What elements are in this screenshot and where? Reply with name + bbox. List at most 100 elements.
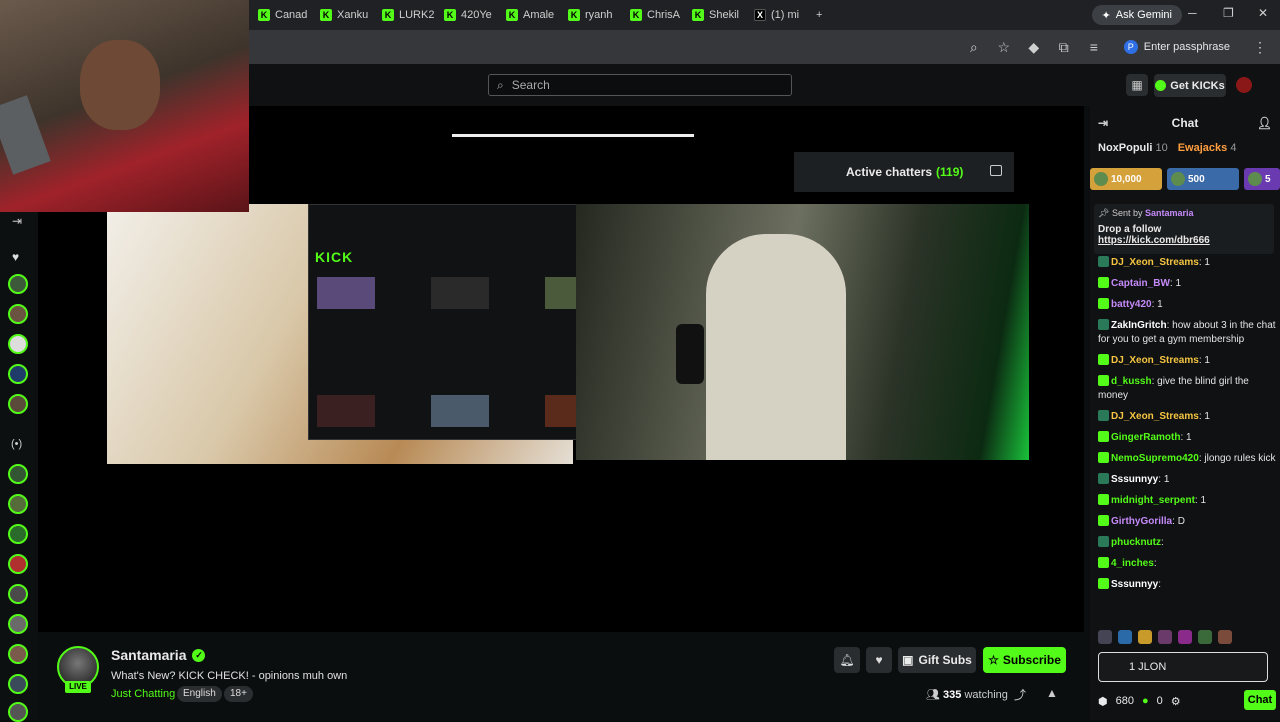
share-icon[interactable]: ⤴ xyxy=(1014,686,1026,703)
channel-avatar[interactable] xyxy=(8,334,28,354)
emote-icon[interactable] xyxy=(1198,630,1212,644)
bookmark-star-icon[interactable]: ☆ xyxy=(994,39,1014,56)
gifter-name: Ewajacks xyxy=(1177,142,1228,154)
chat-username[interactable]: d_kussh xyxy=(1111,376,1152,387)
chat-username[interactable]: GirthyGorilla xyxy=(1111,516,1172,527)
zoom-icon[interactable]: ⌕ xyxy=(964,39,984,56)
get-kicks-button[interactable]: Get KICKs xyxy=(1154,74,1226,97)
browser-tab[interactable]: K LURK2 xyxy=(374,3,436,27)
stream-category[interactable]: Just Chatting xyxy=(111,688,175,700)
kick-favicon-icon: K xyxy=(568,9,580,21)
chat-username[interactable]: Sssunnyy xyxy=(1111,579,1158,590)
browser-tab[interactable]: K 420Ye xyxy=(436,3,498,27)
browser-tab[interactable]: Kryanh xyxy=(560,3,622,27)
channel-avatar[interactable] xyxy=(8,614,28,634)
pinned-link[interactable]: https://kick.com/dbr666 xyxy=(1098,235,1270,246)
emote-icon[interactable] xyxy=(1098,630,1112,644)
notification-bell-button[interactable]: 🔔︎ xyxy=(834,647,860,673)
user-avatar[interactable] xyxy=(1236,77,1252,93)
tag-language[interactable]: English xyxy=(177,686,222,702)
recommended-icon: (•) xyxy=(11,438,23,450)
subscribe-button[interactable]: ☆ Subscribe xyxy=(983,647,1066,673)
pinned-message[interactable]: 📌︎ Sent by Santamaria Drop a follow http… xyxy=(1094,204,1274,254)
chat-username[interactable]: Sssunnyy xyxy=(1111,474,1158,485)
chat-username[interactable]: NemoSupremo420 xyxy=(1111,453,1199,464)
chat-message: DJ_Xeon_Streams: 1 xyxy=(1098,256,1276,270)
extensions-puzzle-icon[interactable]: ⧉ xyxy=(1054,39,1074,56)
kicks-tier[interactable]: 500 xyxy=(1167,168,1239,190)
emote-icon[interactable] xyxy=(1118,630,1132,644)
chat-users-icon[interactable]: 👤︎ xyxy=(1257,112,1272,134)
chat-message: GingerRamoth: 1 xyxy=(1098,431,1276,445)
report-icon[interactable]: ▲ xyxy=(1046,686,1058,700)
badge-icon xyxy=(1098,354,1109,365)
browser-tab[interactable]: X (1) mi xyxy=(746,3,808,27)
browser-menu-icon[interactable]: ⋮ xyxy=(1250,39,1270,56)
browser-tab-label: ryanh xyxy=(585,9,613,21)
channel-avatar[interactable] xyxy=(8,464,28,484)
emote-icon[interactable] xyxy=(1158,630,1172,644)
chat-username[interactable]: ZakInGritch xyxy=(1111,320,1167,331)
extension-diamond-icon[interactable]: ◆ xyxy=(1024,39,1044,56)
gifter-entry[interactable]: NoxPopuli 10 xyxy=(1098,142,1168,154)
emote-icon[interactable] xyxy=(1178,630,1192,644)
chat-username[interactable]: DJ_Xeon_Streams xyxy=(1111,411,1199,422)
chat-username[interactable]: DJ_Xeon_Streams xyxy=(1111,257,1199,268)
theater-mode-icon[interactable]: ▦ xyxy=(1126,74,1148,96)
kicks-icon: ● xyxy=(1141,695,1149,707)
chat-username[interactable]: batty420 xyxy=(1111,299,1152,310)
chat-message: 4_inches: xyxy=(1098,557,1276,571)
chat-username[interactable]: Captain_BW xyxy=(1111,278,1170,289)
emote-icon[interactable] xyxy=(1218,630,1232,644)
chat-username[interactable]: DJ_Xeon_Streams xyxy=(1111,355,1199,366)
channel-avatar[interactable] xyxy=(8,702,28,722)
minimize-icon[interactable]: ─ xyxy=(1188,6,1197,20)
collapse-sidebar-icon[interactable]: ⇥ xyxy=(12,214,22,228)
chat-settings-icon[interactable]: ⚙ xyxy=(1171,695,1181,708)
chat-username[interactable]: midnight_serpent xyxy=(1111,495,1195,506)
chat-username[interactable]: GingerRamoth xyxy=(1111,432,1180,443)
emote-icon[interactable] xyxy=(1138,630,1152,644)
channel-avatar[interactable] xyxy=(8,494,28,514)
channel-avatar[interactable] xyxy=(8,304,28,324)
channel-avatar[interactable] xyxy=(8,554,28,574)
gifter-entry[interactable]: Ewajacks 4 xyxy=(1178,142,1237,154)
kicks-tier[interactable]: 5 xyxy=(1244,168,1280,190)
channel-avatar[interactable] xyxy=(8,674,28,694)
chat-input[interactable]: 1 JLON xyxy=(1098,652,1268,682)
follow-heart-button[interactable]: ♥ xyxy=(866,647,892,673)
browser-tab[interactable]: K Amale xyxy=(498,3,560,27)
popout-icon[interactable] xyxy=(990,165,1002,176)
streamer-name[interactable]: Santamaria ✓ xyxy=(111,647,206,663)
send-chat-button[interactable]: Chat xyxy=(1244,690,1276,710)
chat-messages: DJ_Xeon_Streams: 1 Captain_BW: 1 batty420:… xyxy=(1098,256,1276,599)
channel-avatar[interactable] xyxy=(8,364,28,384)
ask-gemini-button[interactable]: ✦ Ask Gemini xyxy=(1091,5,1182,25)
kicks-tier[interactable]: 10,000 xyxy=(1090,168,1162,190)
channel-avatar[interactable] xyxy=(8,274,28,294)
chat-username[interactable]: phucknutz xyxy=(1111,537,1161,548)
passphrase-button[interactable]: P Enter passphrase xyxy=(1114,36,1240,58)
close-window-icon[interactable]: ✕ xyxy=(1258,6,1268,20)
channel-avatar[interactable] xyxy=(8,524,28,544)
collapse-chat-icon[interactable]: ⇥ xyxy=(1098,112,1108,134)
browser-tab[interactable]: K Xanku xyxy=(312,3,374,27)
chat-username[interactable]: 4_inches xyxy=(1111,558,1154,569)
channel-avatar[interactable] xyxy=(8,644,28,664)
badge-icon xyxy=(1098,557,1109,568)
maximize-icon[interactable]: ❐ xyxy=(1223,6,1234,20)
kick-favicon-icon: K xyxy=(444,9,456,21)
browser-tab[interactable]: K ChrisA xyxy=(622,3,684,27)
browser-tab[interactable]: K Shekil xyxy=(684,3,746,27)
verified-icon: ✓ xyxy=(192,648,206,662)
channel-avatar[interactable] xyxy=(8,394,28,414)
search-input[interactable]: ⌕ Search xyxy=(488,74,792,96)
new-tab-button[interactable]: + xyxy=(808,3,836,27)
channel-avatar[interactable] xyxy=(8,584,28,604)
media-control-icon[interactable]: ≡ xyxy=(1084,39,1104,55)
browser-tab[interactable]: K Canad xyxy=(250,3,312,27)
chat-text: D xyxy=(1177,516,1185,527)
tag-age[interactable]: 18+ xyxy=(224,686,253,702)
tier-amount: 500 xyxy=(1188,173,1205,185)
gift-subs-button[interactable]: ▣ Gift Subs xyxy=(898,647,976,673)
